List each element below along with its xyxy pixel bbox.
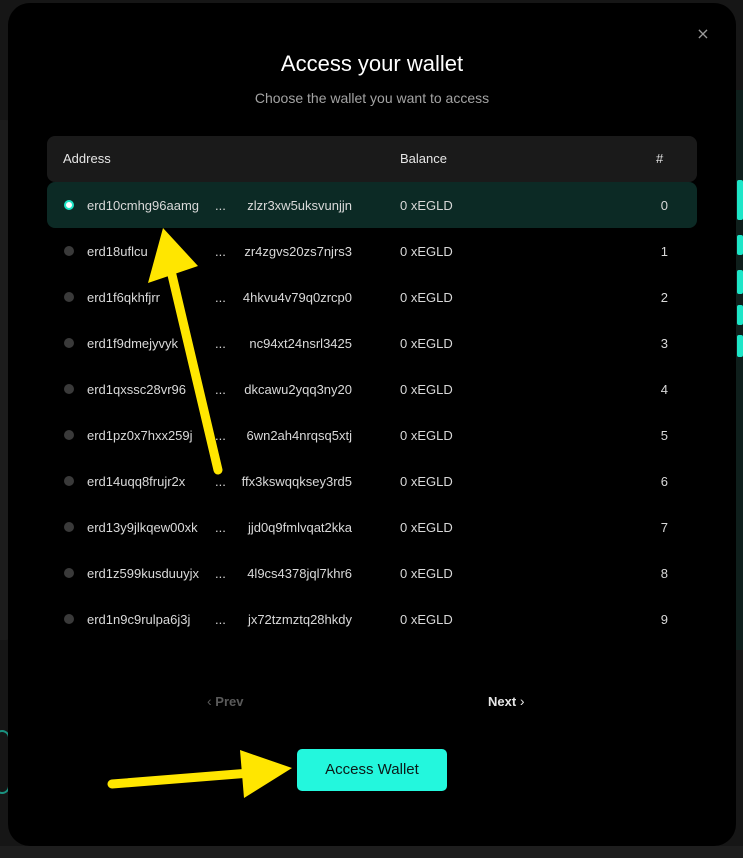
address-start: erd1n9c9rulpa6j3j (87, 612, 191, 627)
radio-button[interactable] (64, 292, 74, 302)
balance-value: 0 xEGLD (400, 428, 453, 443)
index-value: 1 (660, 244, 668, 259)
modal-title: Access your wallet (280, 51, 464, 76)
wallet-row[interactable]: erd13y9jlkqew00xk... jjd0q9fmlvqat2kka 0 x… (47, 504, 697, 550)
address-ellipsis: ... (215, 566, 226, 581)
balance-value: 0 xEGLD (400, 290, 453, 305)
chevron-right-icon: › (519, 693, 525, 709)
address-ellipsis: ... (215, 336, 226, 351)
address-start: erd18uflcu (87, 244, 148, 259)
address-start: erd1f9dmejyvyk (87, 336, 179, 351)
index-value: 5 (660, 428, 668, 443)
column-header-balance: Balance (400, 151, 447, 166)
background-accent-bar (737, 235, 743, 255)
radio-button[interactable] (64, 522, 74, 532)
address-ellipsis: ... (215, 198, 226, 213)
address-end: jx72tzmztq28hkdy (247, 612, 352, 627)
prev-label: Prev (215, 694, 244, 709)
address-ellipsis: ... (215, 244, 226, 259)
index-value: 9 (660, 612, 668, 627)
radio-button[interactable] (64, 476, 74, 486)
address-start: erd10cmhg96aamg (87, 198, 200, 213)
balance-value: 0 xEGLD (400, 244, 453, 259)
prev-button[interactable]: ‹ Prev (207, 693, 244, 709)
next-button[interactable]: Next › (488, 693, 524, 709)
close-icon[interactable]: × (694, 25, 712, 43)
wallet-row[interactable]: erd1qxssc28vr96... dkcawu2yqq3ny20 0 xEGLD… (47, 366, 697, 412)
index-value: 7 (660, 520, 668, 535)
wallet-row[interactable]: erd10cmhg96aamg... zlzr3xw5uksvunjjn 0 xEG… (47, 182, 697, 228)
index-value: 0 (660, 198, 668, 213)
address-start: erd13y9jlkqew00xk (87, 520, 198, 535)
wallet-row[interactable]: erd14uqq8frujr2x... ffx3kswqqksey3rd5 0 xE… (47, 458, 697, 504)
wallet-row[interactable]: erd1z599kusduuyjx... 4l9cs4378jql7khr6 0 x… (47, 550, 697, 596)
address-ellipsis: ... (215, 290, 226, 305)
address-ellipsis: ... (215, 474, 226, 489)
page: × Access your wallet Choose the wallet y… (0, 0, 743, 858)
address-end: jjd0q9fmlvqat2kka (247, 520, 352, 535)
background-accent-bar (737, 335, 743, 357)
address-ellipsis: ... (215, 612, 226, 627)
column-header-index: # (656, 151, 664, 166)
address-end: 6wn2ah4nrqsq5xtj (246, 428, 352, 443)
address-end: 4hkvu4v79q0zrcp0 (242, 290, 352, 305)
radio-button[interactable] (64, 430, 74, 440)
address-start: erd14uqq8frujr2x (87, 474, 186, 489)
address-end: ffx3kswqqksey3rd5 (241, 474, 352, 489)
index-value: 4 (660, 382, 668, 397)
radio-button[interactable] (64, 614, 74, 624)
background-bottom-strip (0, 846, 743, 858)
address-start: erd1qxssc28vr96 (87, 382, 186, 397)
wallet-address-list: erd10cmhg96aamg... zlzr3xw5uksvunjjn 0 xEG… (47, 182, 697, 642)
radio-button[interactable] (64, 338, 74, 348)
address-end: zr4zgvs20zs7njrs3 (244, 244, 352, 259)
balance-value: 0 xEGLD (400, 336, 453, 351)
address-ellipsis: ... (215, 382, 226, 397)
modal-subtitle: Choose the wallet you want to access (254, 90, 490, 106)
address-start: erd1pz0x7hxx259j (87, 428, 193, 443)
balance-value: 0 xEGLD (400, 612, 453, 627)
wallet-row[interactable]: erd1n9c9rulpa6j3j... jx72tzmztq28hkdy 0 xE… (47, 596, 697, 642)
address-end: dkcawu2yqq3ny20 (244, 382, 352, 397)
index-value: 3 (660, 336, 668, 351)
radio-button[interactable] (64, 200, 74, 210)
chevron-left-icon: ‹ (207, 693, 212, 709)
background-accent-bar (737, 180, 743, 220)
address-ellipsis: ... (215, 428, 226, 443)
index-value: 8 (660, 566, 668, 581)
address-end: 4l9cs4378jql7khr6 (247, 566, 352, 581)
background-accent-bar (737, 305, 743, 325)
balance-value: 0 xEGLD (400, 382, 453, 397)
balance-value: 0 xEGLD (400, 520, 453, 535)
balance-value: 0 xEGLD (400, 198, 453, 213)
column-header-address: Address (63, 151, 111, 166)
access-wallet-modal: × Access your wallet Choose the wallet y… (8, 3, 736, 846)
balance-value: 0 xEGLD (400, 566, 453, 581)
background-accent-bar (737, 270, 743, 294)
radio-button[interactable] (64, 246, 74, 256)
address-ellipsis: ... (215, 520, 226, 535)
address-end: zlzr3xw5uksvunjjn (247, 198, 352, 213)
radio-button[interactable] (64, 384, 74, 394)
index-value: 2 (660, 290, 668, 305)
wallet-row[interactable]: erd1f6qkhfjrr... 4hkvu4v79q0zrcp0 0 xEGLD 2 (47, 274, 697, 320)
address-start: erd1f6qkhfjrr (87, 290, 160, 305)
wallet-row[interactable]: erd18uflcu... zr4zgvs20zs7njrs3 0 xEGLD 1 (47, 228, 697, 274)
index-value: 6 (660, 474, 668, 489)
address-start: erd1z599kusduuyjx (87, 566, 200, 581)
wallet-row[interactable]: erd1pz0x7hxx259j... 6wn2ah4nrqsq5xtj 0 xEG… (47, 412, 697, 458)
radio-button[interactable] (64, 568, 74, 578)
wallet-row[interactable]: erd1f9dmejyvyk... nc94xt24nsrl3425 0 xEGLD… (47, 320, 697, 366)
balance-value: 0 xEGLD (400, 474, 453, 489)
table-header: Address Balance # (47, 136, 697, 182)
next-label: Next (488, 694, 517, 709)
address-end: nc94xt24nsrl3425 (249, 336, 352, 351)
access-wallet-button[interactable]: Access Wallet (297, 749, 447, 791)
